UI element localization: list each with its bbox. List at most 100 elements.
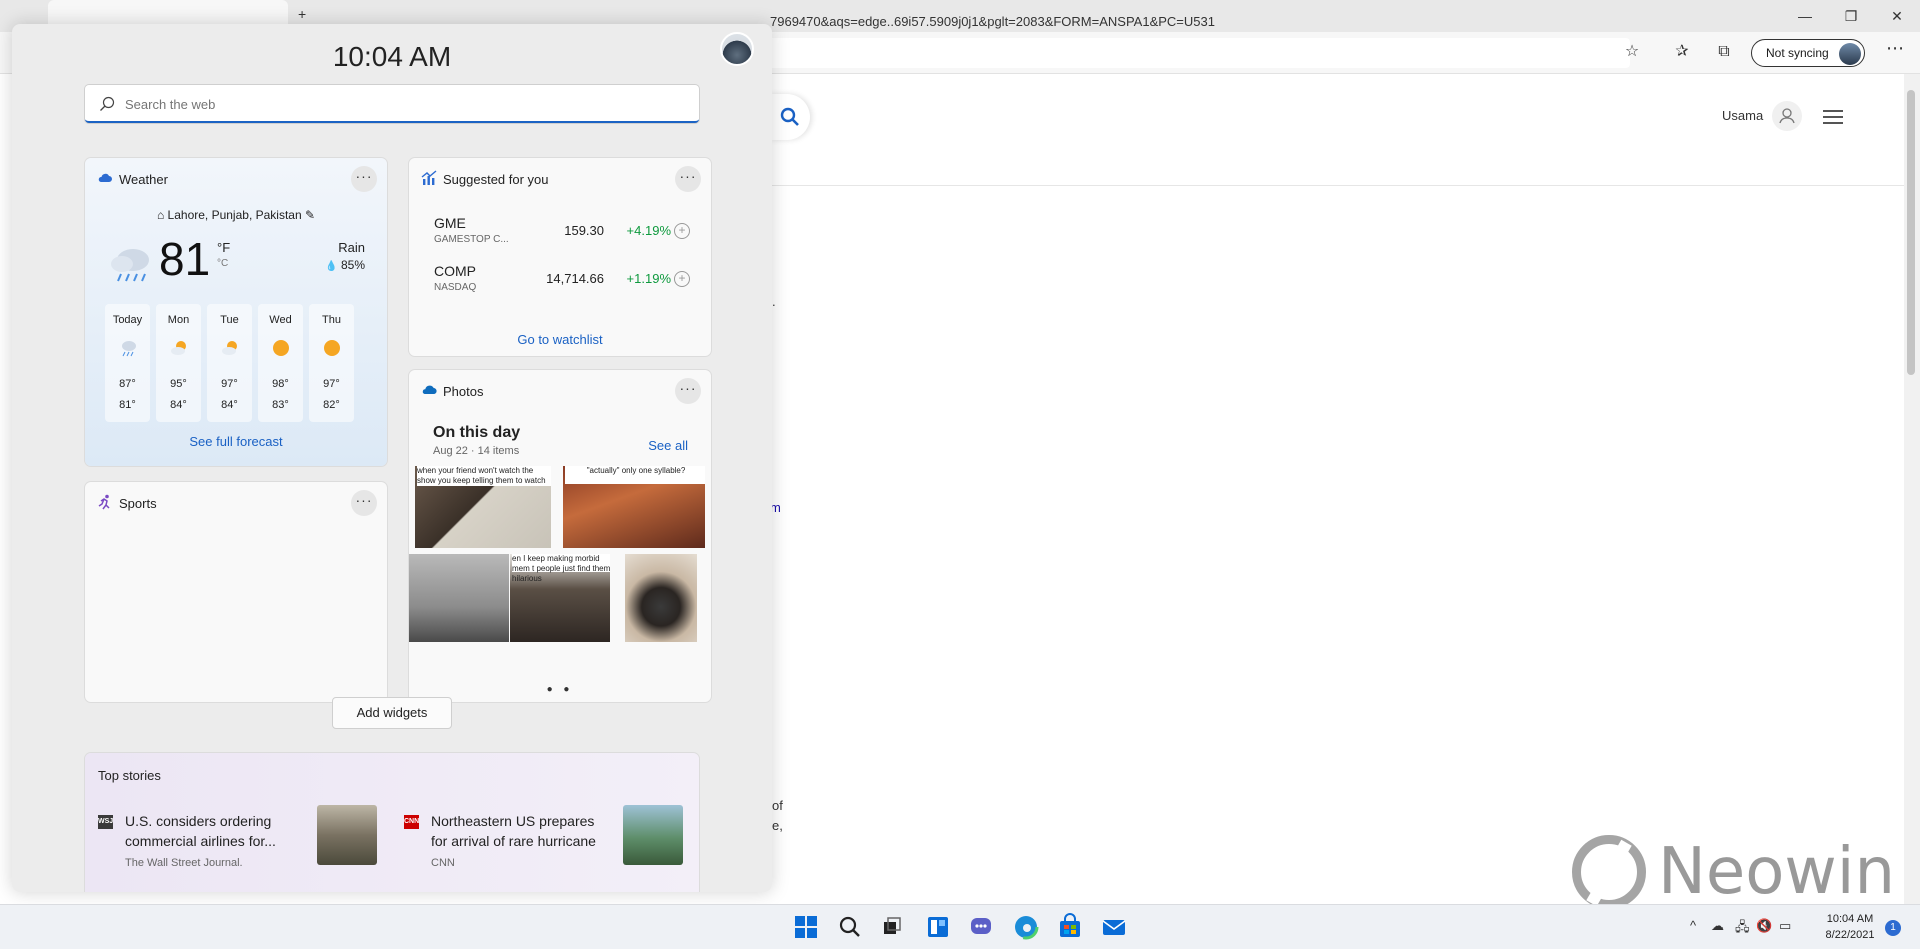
- start-windows-icon[interactable]: [792, 913, 820, 941]
- neowin-logo: [1572, 835, 1646, 909]
- photos-more-button[interactable]: ···: [675, 378, 701, 404]
- page-text-fragment: e,: [772, 818, 783, 833]
- rain-icon: [122, 341, 136, 357]
- photo-caption: en I keep making morbid mem t people jus…: [512, 554, 610, 583]
- forecast-low: 84°: [221, 399, 238, 411]
- forecast-high: 97°: [221, 378, 238, 390]
- panel-user-avatar[interactable]: [720, 32, 754, 66]
- forecast-day[interactable]: Tue 97° 84°: [207, 304, 252, 422]
- story-headline[interactable]: Northeastern US prepares for arrival of …: [431, 811, 601, 851]
- stock-price: 159.30: [564, 223, 604, 238]
- panel-clock: 10:04 AM: [332, 41, 452, 72]
- volume-icon[interactable]: 🔇: [1756, 918, 1772, 934]
- forecast-low: 84°: [170, 399, 187, 411]
- onedrive-cloud-icon: [422, 385, 437, 395]
- partly-sunny-icon: [171, 341, 186, 355]
- weather-location[interactable]: ⌂ Lahore, Punjab, Pakistan ✎: [85, 208, 387, 222]
- add-stock-icon[interactable]: +: [674, 223, 690, 239]
- stock-symbol: COMP: [434, 263, 476, 279]
- store-icon[interactable]: [1056, 913, 1084, 941]
- unit-fahrenheit[interactable]: °F: [217, 240, 230, 255]
- photos-widget[interactable]: Photos ··· On this day Aug 22 · 14 items…: [409, 370, 711, 702]
- forecast-day[interactable]: Thu 97° 82°: [309, 304, 354, 422]
- photo-thumbnail[interactable]: [625, 554, 697, 642]
- widgets-icon[interactable]: [924, 913, 952, 941]
- unit-celsius[interactable]: °C: [217, 258, 228, 269]
- search-input[interactable]: [125, 93, 685, 115]
- url-text[interactable]: 7969470&aqs=edge..69i57.5909j0j1&pglt=20…: [770, 14, 1215, 29]
- sports-widget[interactable]: Sports ···: [85, 482, 387, 702]
- weather-cloud-icon: [98, 173, 112, 182]
- add-stock-icon[interactable]: +: [674, 271, 690, 287]
- photo-thumbnail[interactable]: "actually" only one syllable?: [563, 466, 705, 548]
- favorites-icon[interactable]: ✰: [1672, 42, 1692, 62]
- edit-pencil-icon[interactable]: ✎: [305, 208, 315, 222]
- cnn-source-icon: CNN: [404, 815, 419, 829]
- location-label: Lahore, Punjab, Pakistan: [167, 208, 302, 222]
- stocks-more-button[interactable]: ···: [675, 166, 701, 192]
- sports-more-button[interactable]: ···: [351, 490, 377, 516]
- stock-row[interactable]: GME GAMESTOP C... 159.30 +4.19% +: [409, 215, 711, 259]
- current-temperature: 81: [159, 233, 211, 285]
- weather-widget[interactable]: Weather ··· ⌂ Lahore, Punjab, Pakistan ✎…: [85, 158, 387, 466]
- story-card[interactable]: CNN Northeastern US prepares for arrival…: [404, 805, 694, 871]
- onedrive-tray-icon[interactable]: ☁: [1711, 918, 1724, 934]
- forecast-day-label: Today: [112, 314, 143, 326]
- web-search-box[interactable]: [85, 85, 699, 123]
- forecast-day[interactable]: Wed 98° 83°: [258, 304, 303, 422]
- more-options-icon[interactable]: ⋯: [1886, 38, 1904, 59]
- weather-more-button[interactable]: ···: [351, 166, 377, 192]
- collections-icon[interactable]: ⧉: [1714, 42, 1734, 62]
- photo-thumbnail[interactable]: [409, 554, 509, 642]
- profile-sync-button[interactable]: Not syncing: [1751, 39, 1865, 67]
- photo-thumbnail[interactable]: when your friend won't watch the show yo…: [415, 466, 551, 548]
- top-stories-widget[interactable]: Top stories WSJ U.S. considers ordering …: [85, 753, 699, 892]
- stocks-widget[interactable]: Suggested for you ··· GME GAMESTOP C... …: [409, 158, 711, 356]
- chat-icon[interactable]: [968, 913, 996, 941]
- story-thumbnail[interactable]: [623, 805, 683, 865]
- user-name[interactable]: Usama: [1722, 108, 1763, 123]
- system-clock[interactable]: 10:04 AM 8/22/2021: [1818, 911, 1882, 943]
- show-hidden-icons-icon[interactable]: ^: [1690, 918, 1696, 933]
- notification-badge[interactable]: 1: [1885, 920, 1901, 936]
- mail-icon[interactable]: [1100, 913, 1128, 941]
- add-widgets-button[interactable]: Add widgets: [332, 697, 452, 729]
- neowin-watermark: Neowin: [1572, 832, 1895, 912]
- see-all-link[interactable]: See all: [648, 438, 688, 453]
- battery-icon[interactable]: ▭: [1779, 918, 1791, 934]
- menu-icon[interactable]: [1823, 106, 1843, 128]
- go-to-watchlist-link[interactable]: Go to watchlist: [409, 332, 711, 347]
- scrollbar-thumb[interactable]: [1907, 90, 1915, 375]
- sync-label: Not syncing: [1766, 46, 1829, 60]
- stock-symbol: GME: [434, 215, 466, 231]
- page-text-fragment: .: [772, 294, 776, 309]
- edge-browser-icon[interactable]: [1012, 913, 1040, 941]
- address-bar[interactable]: [740, 38, 1630, 68]
- story-headline[interactable]: U.S. considers ordering commercial airli…: [125, 811, 295, 851]
- precipitation: 💧 85%: [325, 258, 365, 272]
- photo-thumbnail[interactable]: en I keep making morbid mem t people jus…: [510, 554, 610, 642]
- task-view-icon[interactable]: [878, 913, 906, 941]
- on-this-day-heading: On this day: [433, 424, 521, 441]
- forecast-day[interactable]: Today 87° 81°: [105, 304, 150, 422]
- weather-title: Weather: [119, 172, 168, 187]
- user-icon[interactable]: [1772, 101, 1802, 131]
- minimize-icon[interactable]: —: [1782, 0, 1828, 32]
- new-tab-button[interactable]: +: [298, 6, 306, 22]
- story-card[interactable]: WSJ U.S. considers ordering commercial a…: [98, 805, 388, 871]
- network-icon[interactable]: 🖧: [1735, 918, 1750, 940]
- see-full-forecast-link[interactable]: See full forecast: [85, 434, 387, 449]
- close-icon[interactable]: ✕: [1874, 0, 1920, 32]
- stock-row[interactable]: COMP NASDAQ 14,714.66 +1.19% +: [409, 263, 711, 307]
- watermark-text: Neowin: [1658, 835, 1896, 909]
- search-icon[interactable]: [836, 913, 864, 941]
- stock-change: +1.19%: [626, 271, 671, 286]
- story-thumbnail[interactable]: [317, 805, 377, 865]
- photo-pager-dots[interactable]: ● ●: [409, 684, 711, 695]
- bing-search-button[interactable]: [770, 94, 810, 140]
- restore-icon[interactable]: ❐: [1828, 0, 1874, 32]
- precip-value: 85%: [340, 258, 365, 272]
- forecast-day[interactable]: Mon 95° 84°: [156, 304, 201, 422]
- photo-caption: when your friend won't watch the show yo…: [417, 466, 551, 486]
- add-favorite-icon[interactable]: ☆: [1622, 42, 1642, 62]
